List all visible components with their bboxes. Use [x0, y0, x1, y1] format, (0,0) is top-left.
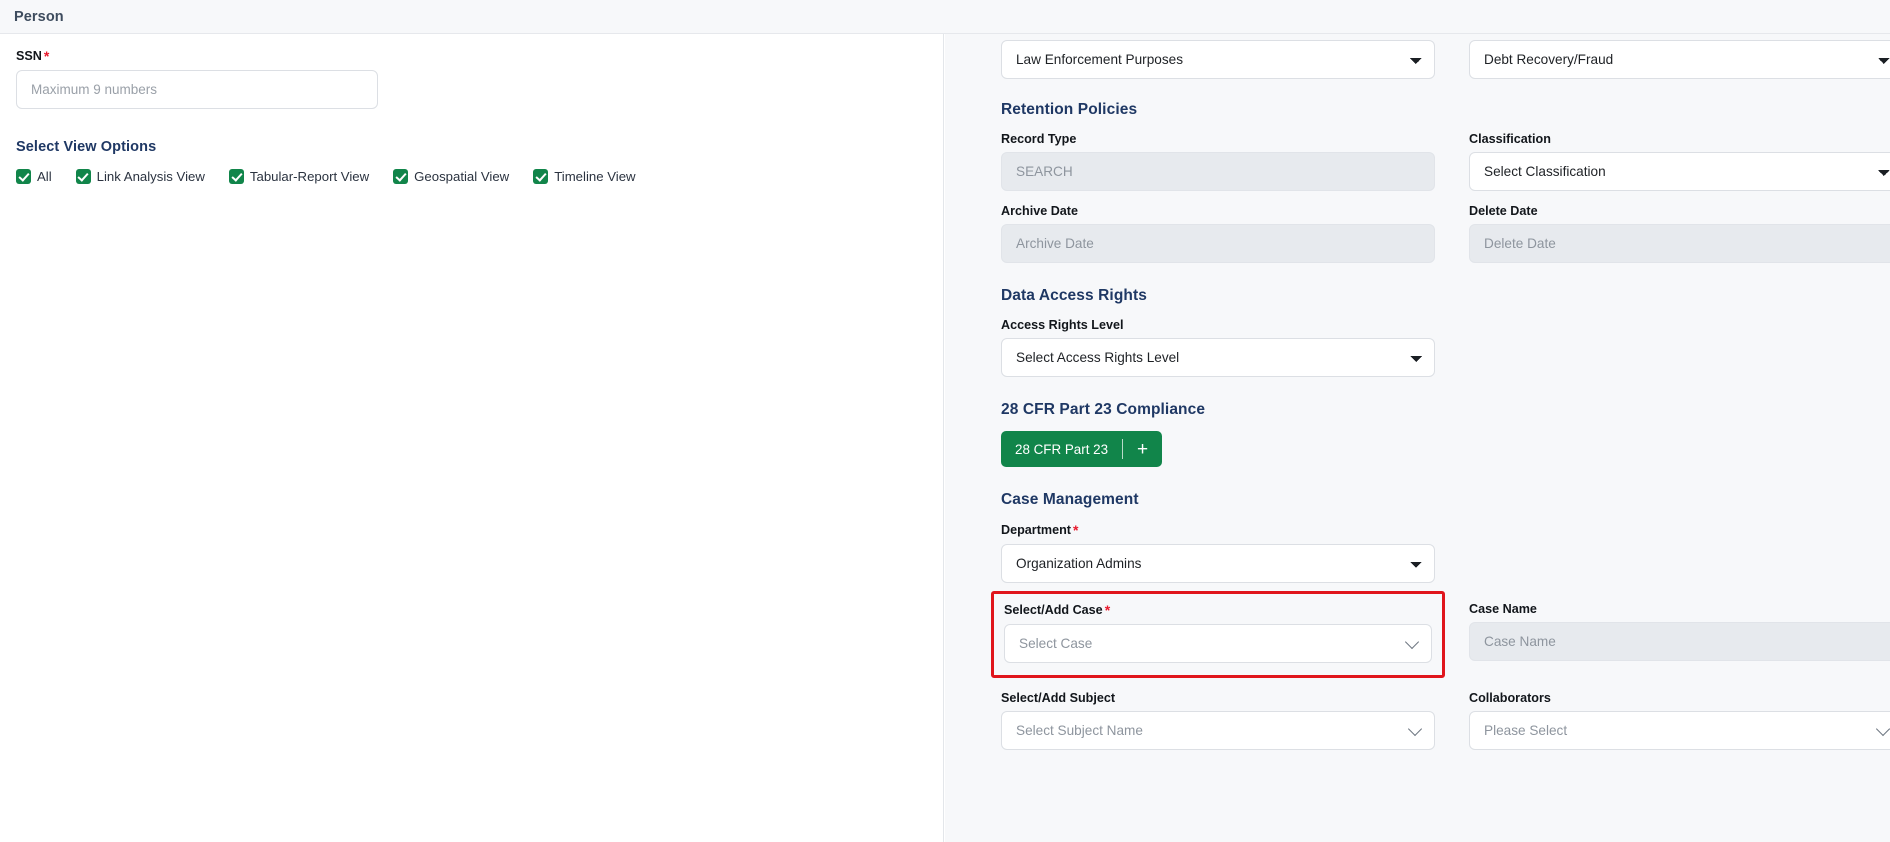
checkbox-checked-icon[interactable]	[229, 169, 244, 184]
select-add-case-placeholder: Select Case	[1019, 636, 1092, 651]
select-add-subject-placeholder: Select Subject Name	[1016, 723, 1143, 738]
select-view-options-heading: Select View Options	[16, 139, 927, 155]
checkbox-item-timeline-view[interactable]: Timeline View	[533, 169, 635, 184]
checkbox-label: Link Analysis View	[97, 169, 205, 184]
checkbox-label: All	[37, 169, 52, 184]
select-add-case-required-marker: *	[1103, 602, 1110, 618]
delete-date-label: Delete Date	[1469, 204, 1890, 218]
select-add-case-combo[interactable]: Select Case	[1004, 624, 1432, 663]
access-rights-level-select[interactable]: Select Access Rights Level	[1001, 338, 1435, 377]
retention-policies-heading: Retention Policies	[1001, 101, 1850, 119]
archive-date-input[interactable]: Archive Date	[1001, 224, 1435, 263]
retention-row-2: Archive Date Archive Date Delete Date De…	[1001, 191, 1850, 263]
retention-policies-section: Retention Policies Record Type SEARCH Cl…	[1001, 101, 1850, 263]
delete-date-placeholder: Delete Date	[1484, 236, 1556, 251]
select-add-case-field-wrapper: Select/Add Case* Select Case	[1001, 583, 1435, 678]
checkbox-checked-icon[interactable]	[393, 169, 408, 184]
data-access-rights-heading: Data Access Rights	[1001, 287, 1850, 305]
glba-permissible-purpose-select[interactable]: Law Enforcement Purposes	[1001, 40, 1435, 79]
cfr-compliance-heading: 28 CFR Part 23 Compliance	[1001, 401, 1850, 419]
plus-icon: +	[1123, 440, 1162, 459]
department-select[interactable]: Organization Admins	[1001, 544, 1435, 583]
view-options-checkbox-row: All Link Analysis View Tabular-Report Vi…	[16, 169, 927, 184]
checkbox-checked-icon[interactable]	[16, 169, 31, 184]
classification-select[interactable]: Select Classification	[1469, 152, 1890, 191]
select-add-case-label: Select/Add Case*	[1004, 602, 1432, 618]
right-panel: GLBA Permissible Purpose Selection Law E…	[945, 34, 1890, 842]
case-management-row-case: Select/Add Case* Select Case Case Name	[1001, 583, 1850, 678]
case-management-section: Case Management Department* Organization…	[1001, 491, 1850, 750]
collaborators-placeholder: Please Select	[1484, 723, 1567, 738]
case-name-input[interactable]: Case Name	[1469, 622, 1890, 661]
delete-date-field: Delete Date Delete Date	[1469, 204, 1890, 263]
permissible-purpose-row: GLBA Permissible Purpose Selection Law E…	[1001, 34, 1850, 79]
department-label: Department*	[1001, 522, 1435, 538]
checkbox-item-link-analysis-view[interactable]: Link Analysis View	[76, 169, 205, 184]
checkbox-item-tabular-report-view[interactable]: Tabular-Report View	[229, 169, 369, 184]
ssn-input[interactable]	[16, 70, 378, 109]
access-rights-level-label: Access Rights Level	[1001, 318, 1435, 332]
retention-row-1: Record Type SEARCH Classification Select…	[1001, 119, 1850, 191]
ssn-label: SSN*	[16, 48, 927, 64]
access-rights-level-field: Access Rights Level Select Access Rights…	[1001, 318, 1435, 377]
department-label-text: Department	[1001, 523, 1071, 537]
record-type-placeholder: SEARCH	[1016, 164, 1073, 179]
case-management-row-department: Department* Organization Admins	[1001, 509, 1850, 583]
page-title: Person	[14, 9, 64, 25]
case-management-row-subject: Select/Add Subject Select Subject Name C…	[1001, 691, 1850, 750]
dppa-permissible-purpose-field: DPPA Permissible Purpose Selection Debt …	[1469, 34, 1890, 79]
checkbox-label: Timeline View	[554, 169, 635, 184]
select-add-subject-label: Select/Add Subject	[1001, 691, 1435, 705]
glba-permissible-purpose-field: GLBA Permissible Purpose Selection Law E…	[1001, 34, 1435, 79]
record-type-input[interactable]: SEARCH	[1001, 152, 1435, 191]
collaborators-combo[interactable]: Please Select	[1469, 711, 1890, 750]
ssn-label-text: SSN	[16, 49, 42, 63]
data-access-rights-row: Access Rights Level Select Access Rights…	[1001, 305, 1850, 377]
checkbox-label: Geospatial View	[414, 169, 509, 184]
department-field: Department* Organization Admins	[1001, 522, 1435, 583]
classification-field: Classification Select Classification	[1469, 132, 1890, 191]
collaborators-input[interactable]: Please Select	[1469, 711, 1890, 750]
archive-date-placeholder: Archive Date	[1016, 236, 1094, 251]
data-access-rights-section: Data Access Rights Access Rights Level S…	[1001, 287, 1850, 377]
case-name-field: Case Name Case Name	[1469, 583, 1890, 678]
select-add-case-label-text: Select/Add Case	[1004, 603, 1103, 617]
app-root: Person SSN* Select View Options All Link…	[0, 0, 1890, 842]
checkbox-checked-icon[interactable]	[76, 169, 91, 184]
ssn-required-marker: *	[42, 48, 49, 64]
archive-date-label: Archive Date	[1001, 204, 1435, 218]
select-add-case-highlight-box: Select/Add Case* Select Case	[991, 591, 1445, 678]
right-panel-form: GLBA Permissible Purpose Selection Law E…	[945, 34, 1890, 750]
archive-date-field: Archive Date Archive Date	[1001, 204, 1435, 263]
select-add-subject-field: Select/Add Subject Select Subject Name	[1001, 691, 1435, 750]
classification-label: Classification	[1469, 132, 1890, 146]
cfr-compliance-section: 28 CFR Part 23 Compliance 28 CFR Part 23…	[1001, 401, 1850, 467]
case-management-heading: Case Management	[1001, 491, 1850, 509]
collaborators-label: Collaborators	[1469, 691, 1890, 705]
checkbox-item-all[interactable]: All	[16, 169, 52, 184]
cfr-button-label: 28 CFR Part 23	[1001, 442, 1122, 457]
dppa-permissible-purpose-select[interactable]: Debt Recovery/Fraud	[1469, 40, 1890, 79]
left-panel: SSN* Select View Options All Link Analys…	[0, 34, 944, 842]
select-add-case-input[interactable]: Select Case	[1004, 624, 1432, 663]
delete-date-input[interactable]: Delete Date	[1469, 224, 1890, 263]
checkbox-checked-icon[interactable]	[533, 169, 548, 184]
checkbox-label: Tabular-Report View	[250, 169, 369, 184]
data-access-rights-spacer	[1469, 305, 1890, 377]
department-required-marker: *	[1071, 522, 1078, 538]
select-add-subject-input[interactable]: Select Subject Name	[1001, 711, 1435, 750]
record-type-field: Record Type SEARCH	[1001, 132, 1435, 191]
department-spacer	[1469, 509, 1890, 583]
case-name-label: Case Name	[1469, 602, 1890, 616]
select-add-subject-combo[interactable]: Select Subject Name	[1001, 711, 1435, 750]
record-type-label: Record Type	[1001, 132, 1435, 146]
checkbox-item-geospatial-view[interactable]: Geospatial View	[393, 169, 509, 184]
add-28-cfr-part-23-button[interactable]: 28 CFR Part 23 +	[1001, 431, 1162, 467]
page-header: Person	[0, 0, 1890, 34]
collaborators-field: Collaborators Please Select	[1469, 691, 1890, 750]
case-name-placeholder: Case Name	[1484, 634, 1556, 649]
